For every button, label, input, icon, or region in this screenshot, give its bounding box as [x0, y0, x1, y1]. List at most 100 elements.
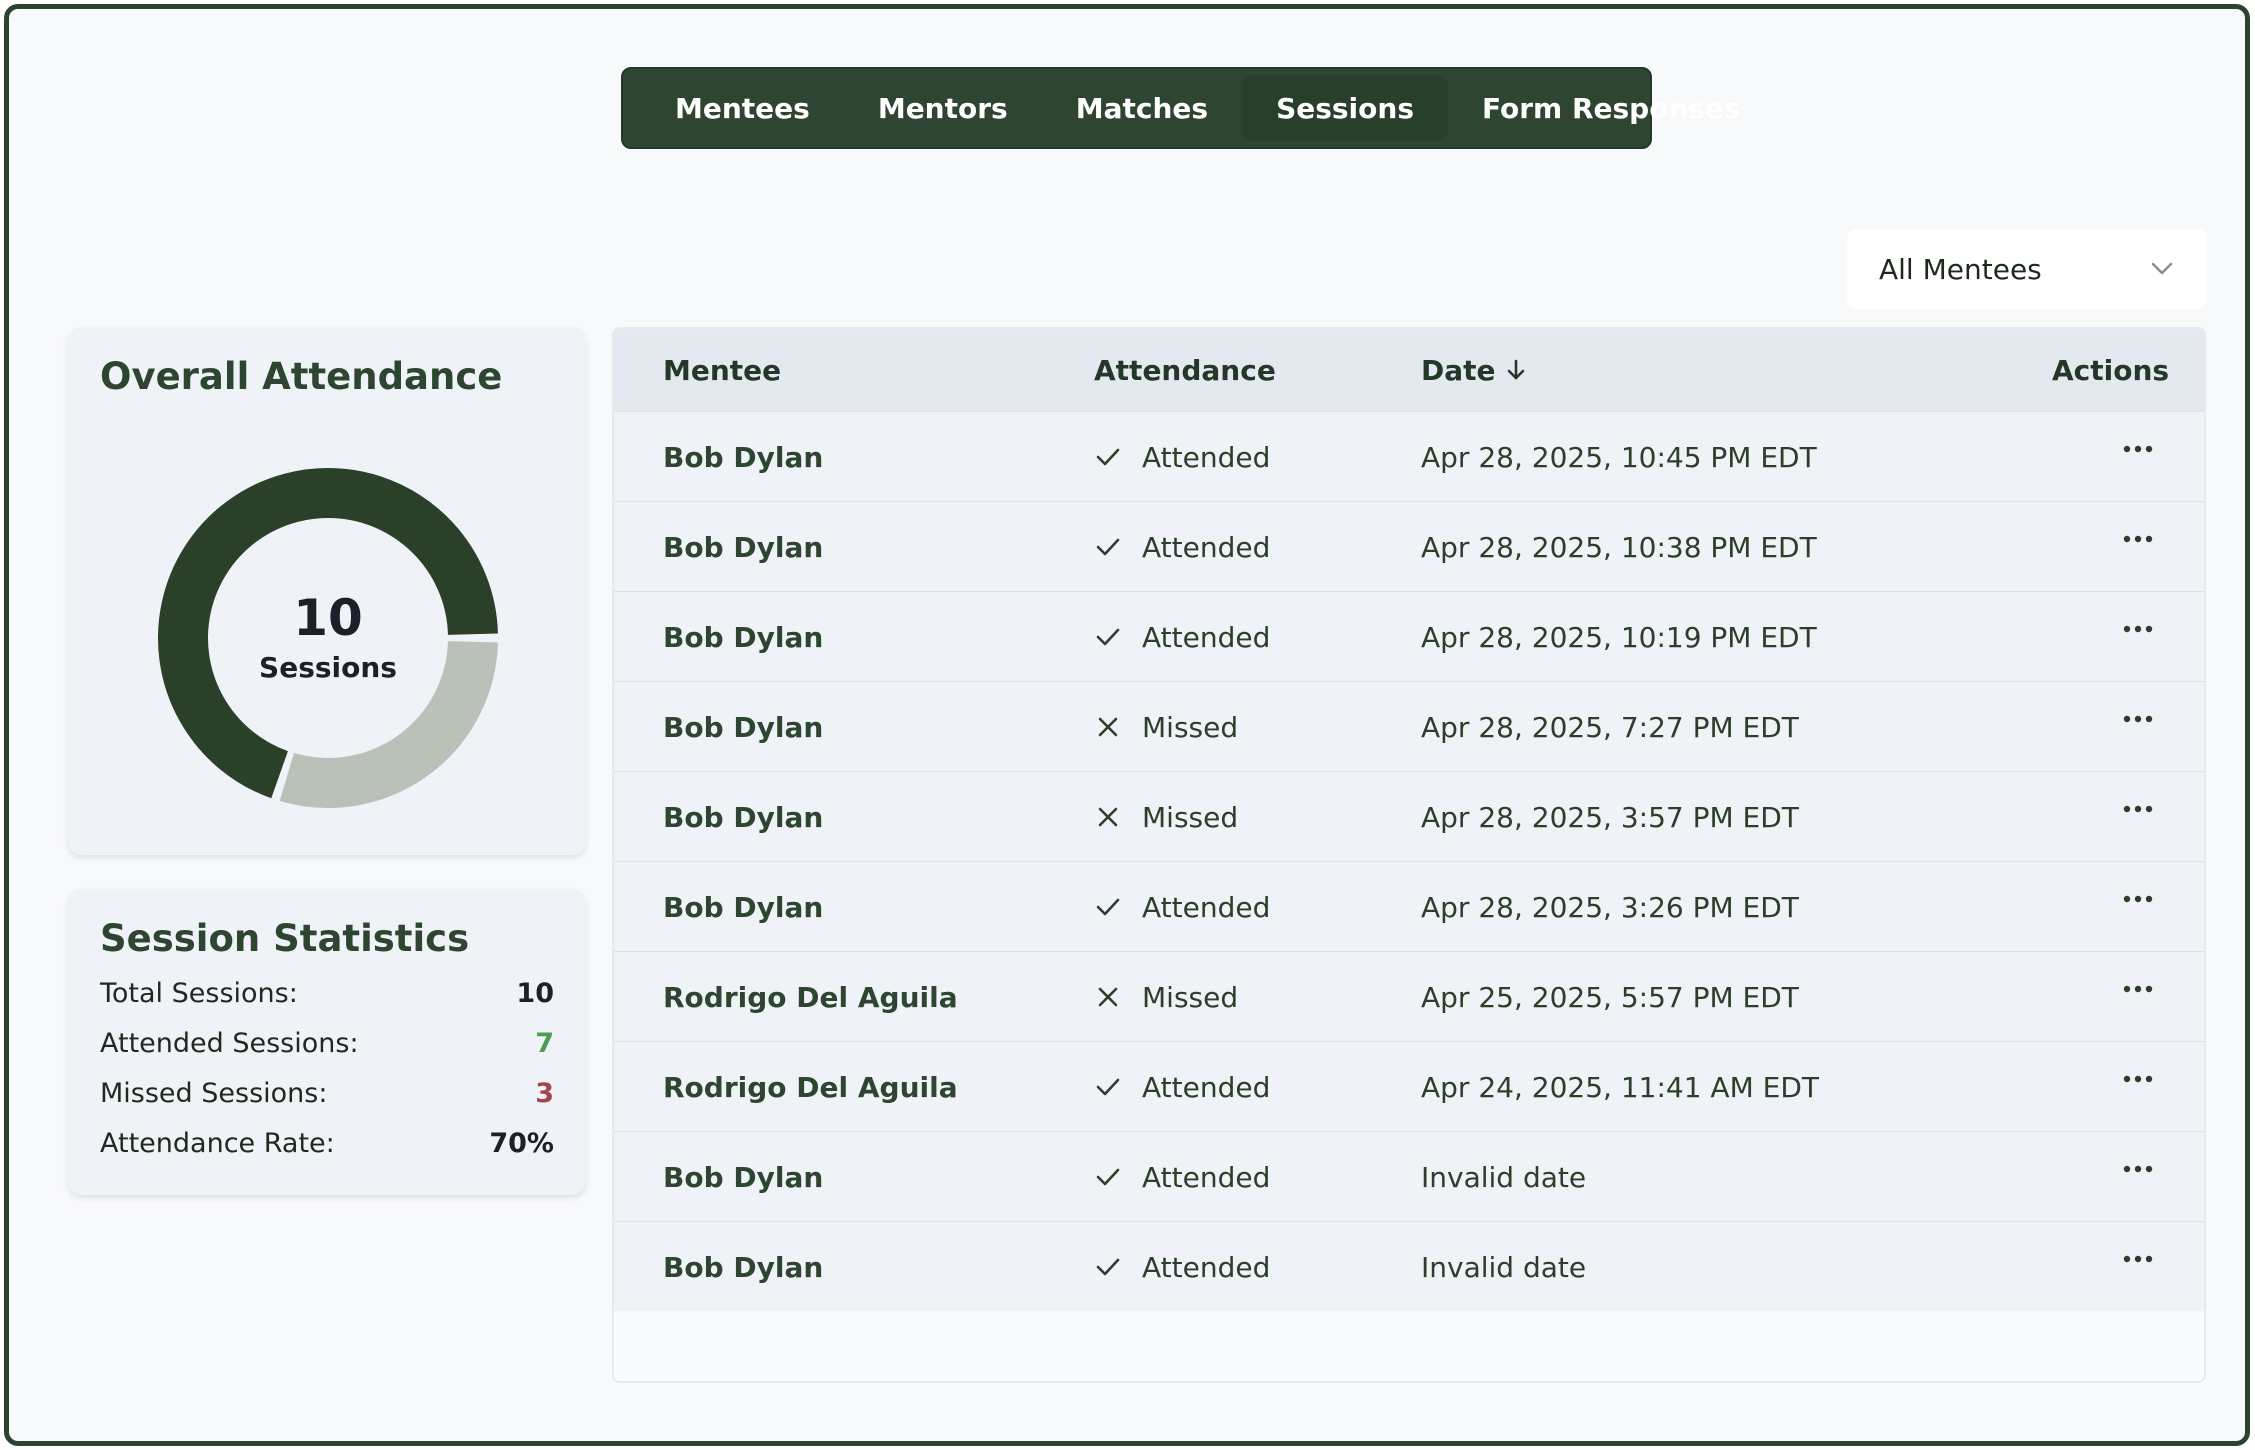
- row-attendance: Attended: [1094, 1042, 1270, 1132]
- overall-attendance-title: Overall Attendance: [100, 355, 503, 398]
- row-date: Apr 24, 2025, 11:41 AM EDT: [1421, 1070, 1819, 1104]
- more-actions-icon[interactable]: [2122, 444, 2154, 454]
- row-mentee: Rodrigo Del Aguila: [663, 1070, 958, 1104]
- row-attendance: Attended: [1094, 1132, 1270, 1222]
- header-mentee[interactable]: Mentee: [663, 329, 781, 411]
- tab-matches[interactable]: Matches: [1042, 75, 1242, 141]
- stat-attendance-rate: Attendance Rate: 70%: [100, 1123, 554, 1163]
- check-icon: [1096, 1258, 1120, 1276]
- more-actions-icon[interactable]: [2122, 984, 2154, 994]
- donut-total-label: Sessions: [259, 650, 397, 684]
- row-attendance: Attended: [1094, 592, 1270, 682]
- row-attendance-status: Attended: [1142, 890, 1271, 924]
- table-row[interactable]: Rodrigo Del Aguila Missed Apr 25, 2025, 5:…: [614, 951, 2204, 1041]
- attendance-donut-chart: 10 Sessions: [153, 463, 503, 813]
- stat-attended-sessions: Attended Sessions: 7: [100, 1023, 554, 1063]
- stat-label: Total Sessions:: [100, 977, 298, 1009]
- row-attendance: Attended: [1094, 1222, 1270, 1312]
- tab-mentors[interactable]: Mentors: [844, 75, 1042, 141]
- stat-label: Attended Sessions:: [100, 1027, 359, 1059]
- row-mentee: Bob Dylan: [663, 710, 824, 744]
- row-attendance: Missed: [1094, 682, 1238, 772]
- row-date: Apr 28, 2025, 10:45 PM EDT: [1421, 440, 1817, 474]
- x-icon: [1098, 807, 1118, 827]
- stat-value: 10: [516, 977, 554, 1009]
- row-date: Apr 28, 2025, 3:57 PM EDT: [1421, 800, 1799, 834]
- table-row[interactable]: Rodrigo Del Aguila Attended Apr 24, 2025, …: [614, 1041, 2204, 1131]
- tab-form-responses[interactable]: Form Responses: [1448, 75, 1775, 141]
- x-icon: [1098, 987, 1118, 1007]
- chevron-down-icon: [2151, 262, 2173, 275]
- row-attendance-status: Attended: [1142, 440, 1271, 474]
- row-attendance-status: Attended: [1142, 530, 1271, 564]
- table-row[interactable]: Bob Dylan Attended Apr 28, 2025, 10:19 PM …: [614, 591, 2204, 681]
- check-icon: [1096, 628, 1120, 646]
- row-date: Apr 28, 2025, 10:38 PM EDT: [1421, 530, 1817, 564]
- table-header: Mentee Attendance Date Actions: [614, 329, 2204, 411]
- more-actions-icon[interactable]: [2122, 1254, 2154, 1264]
- row-date: Apr 28, 2025, 7:27 PM EDT: [1421, 710, 1799, 744]
- row-attendance-status: Attended: [1142, 1160, 1271, 1194]
- check-icon: [1096, 898, 1120, 916]
- row-attendance-status: Missed: [1142, 710, 1239, 744]
- more-actions-icon[interactable]: [2122, 714, 2154, 724]
- sessions-table: Mentee Attendance Date Actions Bob Dylan…: [612, 327, 2206, 1383]
- mentee-filter-value: All Mentees: [1879, 252, 2042, 286]
- stat-total-sessions: Total Sessions: 10: [100, 973, 554, 1013]
- table-row[interactable]: Bob Dylan Attended Apr 28, 2025, 10:45 PM …: [614, 411, 2204, 501]
- header-date-label: Date: [1421, 353, 1496, 387]
- x-icon: [1098, 717, 1118, 737]
- table-row[interactable]: Bob Dylan Missed Apr 28, 2025, 7:27 PM EDT: [614, 681, 2204, 771]
- overall-attendance-card: Overall Attendance 10 Sessions: [68, 327, 586, 855]
- table-row[interactable]: Bob Dylan Attended Apr 28, 2025, 3:26 PM E…: [614, 861, 2204, 951]
- table-row[interactable]: Bob Dylan Missed Apr 28, 2025, 3:57 PM EDT: [614, 771, 2204, 861]
- stat-value: 3: [535, 1077, 554, 1109]
- more-actions-icon[interactable]: [2122, 804, 2154, 814]
- table-row[interactable]: Bob Dylan Attended Invalid date: [614, 1221, 2204, 1311]
- header-date[interactable]: Date: [1421, 329, 1526, 411]
- stat-value: 70%: [489, 1127, 554, 1159]
- row-attendance-status: Attended: [1142, 1070, 1271, 1104]
- row-attendance-status: Attended: [1142, 1250, 1271, 1284]
- table-row[interactable]: Bob Dylan Attended Apr 28, 2025, 10:38 PM …: [614, 501, 2204, 591]
- donut-total: 10: [293, 588, 363, 647]
- row-mentee: Bob Dylan: [663, 440, 824, 474]
- stat-label: Attendance Rate:: [100, 1127, 335, 1159]
- session-statistics-card: Session Statistics Total Sessions: 10 At…: [68, 889, 586, 1195]
- tab-mentees[interactable]: Mentees: [653, 75, 844, 141]
- row-mentee: Rodrigo Del Aguila: [663, 980, 958, 1014]
- donut-center: 10 Sessions: [153, 463, 503, 813]
- row-date: Apr 25, 2025, 5:57 PM EDT: [1421, 980, 1799, 1014]
- app-frame: Mentees Mentors Matches Sessions Form Re…: [4, 4, 2250, 1446]
- stat-missed-sessions: Missed Sessions: 3: [100, 1073, 554, 1113]
- table-row[interactable]: Bob Dylan Attended Invalid date: [614, 1131, 2204, 1221]
- row-attendance: Missed: [1094, 952, 1238, 1042]
- nav-tabs: Mentees Mentors Matches Sessions Form Re…: [621, 67, 1741, 149]
- row-mentee: Bob Dylan: [663, 1160, 824, 1194]
- row-attendance-status: Missed: [1142, 800, 1239, 834]
- check-icon: [1096, 538, 1120, 556]
- row-date: Apr 28, 2025, 10:19 PM EDT: [1421, 620, 1817, 654]
- row-attendance: Attended: [1094, 502, 1270, 592]
- more-actions-icon[interactable]: [2122, 624, 2154, 634]
- row-date: Invalid date: [1421, 1250, 1587, 1284]
- arrow-down-icon: [1507, 359, 1524, 380]
- row-date: Apr 28, 2025, 3:26 PM EDT: [1421, 890, 1799, 924]
- row-attendance-status: Missed: [1142, 980, 1239, 1014]
- row-attendance-status: Attended: [1142, 620, 1271, 654]
- row-mentee: Bob Dylan: [663, 800, 824, 834]
- row-mentee: Bob Dylan: [663, 890, 824, 924]
- more-actions-icon[interactable]: [2122, 1074, 2154, 1084]
- tab-sessions[interactable]: Sessions: [1242, 75, 1448, 141]
- row-date: Invalid date: [1421, 1160, 1587, 1194]
- row-mentee: Bob Dylan: [663, 530, 824, 564]
- more-actions-icon[interactable]: [2122, 1164, 2154, 1174]
- row-attendance: Missed: [1094, 772, 1238, 862]
- more-actions-icon[interactable]: [2122, 894, 2154, 904]
- stat-label: Missed Sessions:: [100, 1077, 328, 1109]
- more-actions-icon[interactable]: [2122, 534, 2154, 544]
- header-actions: Actions: [2052, 353, 2170, 387]
- mentee-filter-dropdown[interactable]: All Mentees: [1847, 229, 2207, 309]
- header-attendance[interactable]: Attendance: [1094, 329, 1276, 411]
- check-icon: [1096, 1078, 1120, 1096]
